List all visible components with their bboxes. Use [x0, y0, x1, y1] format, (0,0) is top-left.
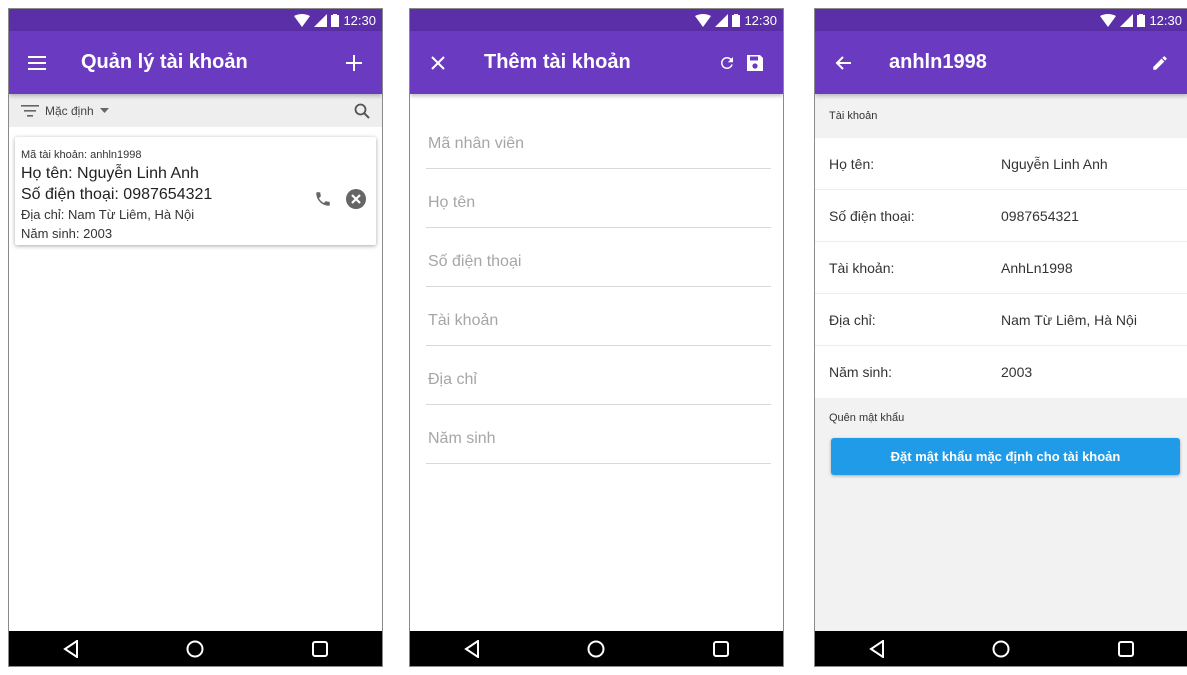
row-label: Năm sinh: — [829, 364, 893, 380]
filter-bar: Mặc định — [9, 94, 382, 127]
recents-nav-icon[interactable] — [701, 634, 741, 664]
row-label: Địa chỉ: — [829, 311, 876, 328]
detail-rows: Họ tên: Nguyễn Linh Anh Số điện thoại: 098… — [815, 138, 1187, 398]
status-time: 12:30 — [744, 12, 777, 28]
arrow-back-icon[interactable] — [829, 49, 857, 77]
full-name-input[interactable] — [426, 194, 771, 212]
row-value: 0987654321 — [1001, 207, 1079, 224]
filter-icon[interactable] — [21, 104, 39, 117]
page-title: Thêm tài khoản — [484, 51, 631, 73]
signal-icon — [715, 13, 729, 27]
back-nav-icon[interactable] — [51, 634, 91, 664]
cancel-circle-icon[interactable] — [346, 189, 366, 209]
birth-year-input[interactable] — [426, 430, 771, 448]
field-address — [426, 346, 771, 405]
battery-icon — [331, 13, 340, 27]
status-bar: 12:30 — [410, 9, 783, 31]
nav-bar — [9, 631, 382, 666]
phone-add-account: 12:30 Thêm tài khoản — [409, 8, 784, 667]
sort-dropdown[interactable]: Mặc định — [45, 104, 94, 118]
menu-icon[interactable] — [23, 49, 51, 77]
wifi-icon — [294, 13, 311, 27]
close-icon[interactable] — [424, 49, 452, 77]
app-bar: Thêm tài khoản — [410, 31, 783, 94]
detail-row-name: Họ tên: Nguyễn Linh Anh — [815, 138, 1187, 190]
row-label: Số điện thoại: — [829, 207, 915, 224]
field-birth-year — [426, 405, 771, 464]
field-phone — [426, 228, 771, 287]
app-bar: Quản lý tài khoản — [9, 31, 382, 94]
chevron-down-icon[interactable] — [99, 108, 109, 113]
phone-icon[interactable] — [314, 190, 332, 208]
account-name: Họ tên: Nguyễn Linh Anh — [21, 165, 199, 182]
row-value: Nguyễn Linh Anh — [1001, 155, 1108, 172]
status-time: 12:30 — [1149, 12, 1182, 28]
battery-icon — [1137, 13, 1146, 27]
signal-icon — [314, 13, 328, 27]
row-value: AnhLn1998 — [1001, 259, 1073, 276]
recents-nav-icon[interactable] — [1106, 634, 1146, 664]
status-bar: 12:30 — [815, 9, 1187, 31]
pencil-icon[interactable] — [1146, 49, 1174, 77]
field-employee-id — [426, 110, 771, 169]
detail-row-birth-year: Năm sinh: 2003 — [815, 346, 1187, 398]
phone-input[interactable] — [426, 253, 771, 271]
address-input[interactable] — [426, 371, 771, 389]
detail-row-address: Địa chỉ: Nam Từ Liêm, Hà Nội — [815, 294, 1187, 346]
add-account-form — [410, 94, 783, 464]
status-time: 12:30 — [343, 12, 376, 28]
reset-password-button[interactable]: Đặt mật khẩu mặc định cho tài khoản — [831, 438, 1180, 475]
nav-bar — [815, 631, 1187, 666]
refresh-icon[interactable] — [713, 49, 741, 77]
home-nav-icon[interactable] — [576, 634, 616, 664]
home-nav-icon[interactable] — [981, 634, 1021, 664]
phone-account-detail: 12:30 anhln1998 Tài khoản Họ tên: Nguyễn … — [814, 8, 1187, 667]
signal-icon — [1120, 13, 1134, 27]
account-birth-year: Năm sinh: 2003 — [21, 226, 113, 241]
row-label: Tài khoản: — [829, 259, 895, 276]
page-title: anhln1998 — [889, 51, 987, 73]
recents-nav-icon[interactable] — [300, 634, 340, 664]
row-label: Họ tên: — [829, 155, 875, 172]
back-nav-icon[interactable] — [857, 634, 897, 664]
employee-id-input[interactable] — [426, 135, 771, 153]
nav-bar — [410, 631, 783, 666]
detail-row-phone: Số điện thoại: 0987654321 — [815, 190, 1187, 242]
status-bar: 12:30 — [9, 9, 382, 31]
wifi-icon — [695, 13, 712, 27]
plus-icon[interactable] — [340, 49, 368, 77]
wifi-icon — [1100, 13, 1117, 27]
home-nav-icon[interactable] — [175, 634, 215, 664]
field-full-name — [426, 169, 771, 228]
phone-account-list: 12:30 Quản lý tài khoản Mặc định Mã tài … — [8, 8, 383, 667]
battery-icon — [732, 13, 741, 27]
field-username — [426, 287, 771, 346]
account-id: Mã tài khoản: anhln1998 — [21, 149, 142, 161]
section-account-label: Tài khoản — [829, 110, 878, 122]
search-icon[interactable] — [354, 103, 370, 119]
account-card[interactable]: Mã tài khoản: anhln1998 Họ tên: Nguyễn L… — [15, 137, 376, 245]
save-icon[interactable] — [741, 49, 769, 77]
row-value: 2003 — [1001, 364, 1033, 380]
detail-panel: Tài khoản Họ tên: Nguyễn Linh Anh Số điện… — [815, 94, 1187, 631]
section-password-label: Quên mật khẩu — [829, 412, 905, 424]
page-title: Quản lý tài khoản — [81, 51, 248, 73]
row-value: Nam Từ Liêm, Hà Nội — [1001, 311, 1137, 328]
username-input[interactable] — [426, 312, 771, 330]
back-nav-icon[interactable] — [452, 634, 492, 664]
app-bar: anhln1998 — [815, 31, 1187, 94]
detail-row-username: Tài khoản: AnhLn1998 — [815, 242, 1187, 294]
